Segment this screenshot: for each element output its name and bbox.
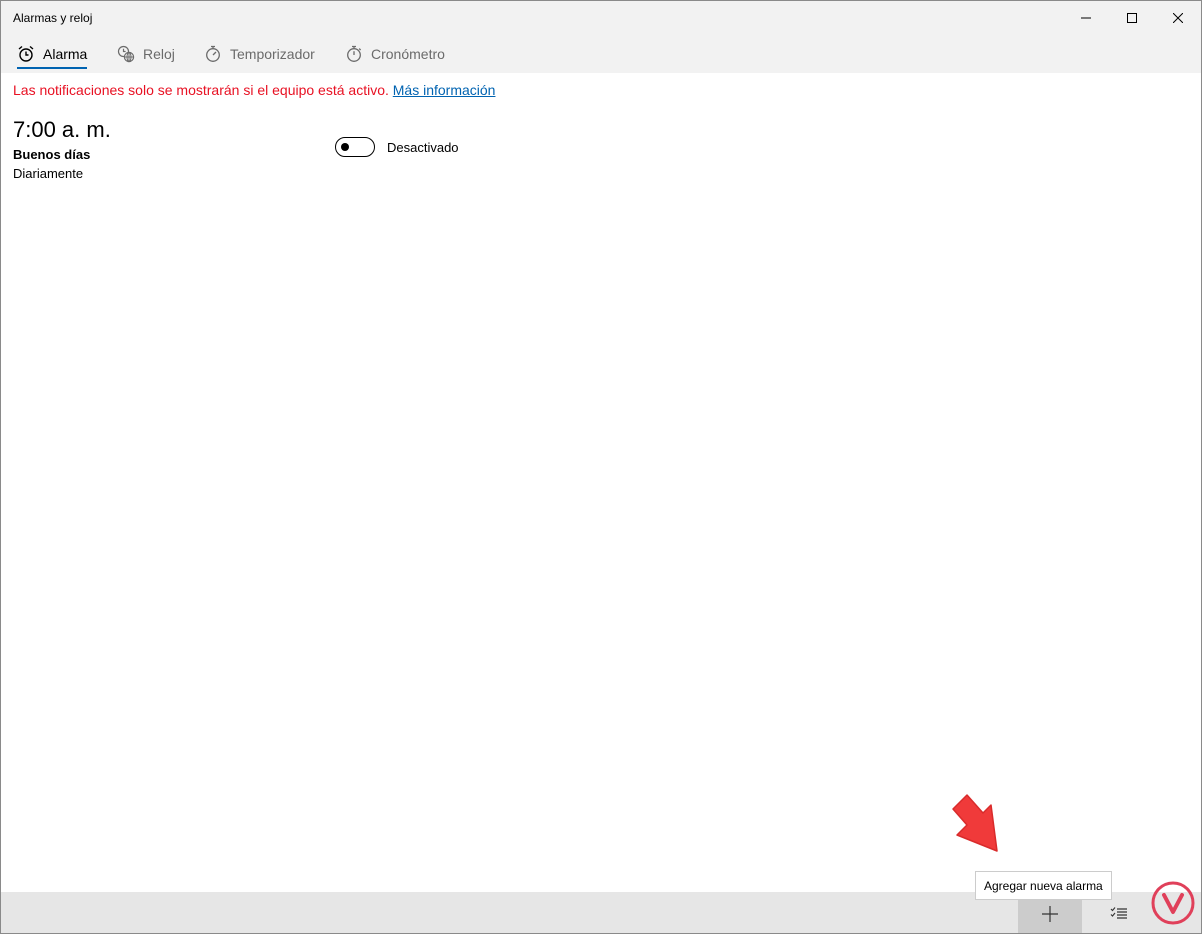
title-bar: Alarmas y reloj: [1, 1, 1201, 35]
add-alarm-tooltip: Agregar nueva alarma: [975, 871, 1112, 900]
alarm-list-item[interactable]: 7:00 a. m. Buenos días Diariamente Desac…: [1, 113, 481, 189]
window-title: Alarmas y reloj: [13, 11, 93, 25]
alarm-toggle-switch[interactable]: [335, 137, 375, 157]
select-alarms-icon: [1110, 906, 1127, 919]
alarm-repeat: Diariamente: [13, 166, 84, 181]
stopwatch-icon: [347, 45, 362, 62]
tab-label: Alarma: [43, 46, 88, 62]
minimize-icon: [1081, 17, 1091, 19]
minimize-button[interactable]: [1063, 1, 1109, 35]
notification-warning: Las notificaciones solo se mostrarán si …: [13, 82, 495, 98]
tab-label: Cronómetro: [371, 46, 445, 62]
close-button[interactable]: [1155, 1, 1201, 35]
notification-text: Las notificaciones solo se mostrarán si …: [13, 82, 389, 98]
tab-cronometro[interactable]: Cronómetro: [345, 35, 445, 73]
alarm-time: 7:00 a. m.: [13, 117, 111, 142]
tab-label: Reloj: [143, 46, 175, 62]
annotation-arrow-icon: [952, 794, 998, 852]
tab-reloj[interactable]: Reloj: [117, 35, 175, 73]
tab-bar: Alarma Reloj Temporizador Cronómetro: [1, 35, 1201, 73]
alarm-name: Buenos días: [13, 147, 91, 162]
watermark-logo-icon: [1151, 881, 1195, 925]
active-tab-indicator: [17, 67, 88, 69]
close-icon: [1173, 13, 1183, 23]
tab-label: Temporizador: [230, 46, 315, 62]
tab-temporizador[interactable]: Temporizador: [204, 35, 315, 73]
tab-alarma[interactable]: Alarma: [17, 35, 88, 73]
more-info-link[interactable]: Más información: [393, 82, 496, 98]
world-clock-icon: [117, 45, 135, 63]
timer-icon: [206, 45, 220, 62]
maximize-button[interactable]: [1109, 1, 1155, 35]
toggle-knob: [341, 143, 349, 151]
alarm-clock-icon: [18, 45, 34, 62]
alarm-status-label: Desactivado: [387, 140, 459, 155]
add-icon: [1042, 905, 1058, 922]
app-window: Alarmas y reloj Alarma Reloj Temporizado…: [0, 0, 1202, 934]
maximize-icon: [1127, 13, 1137, 23]
